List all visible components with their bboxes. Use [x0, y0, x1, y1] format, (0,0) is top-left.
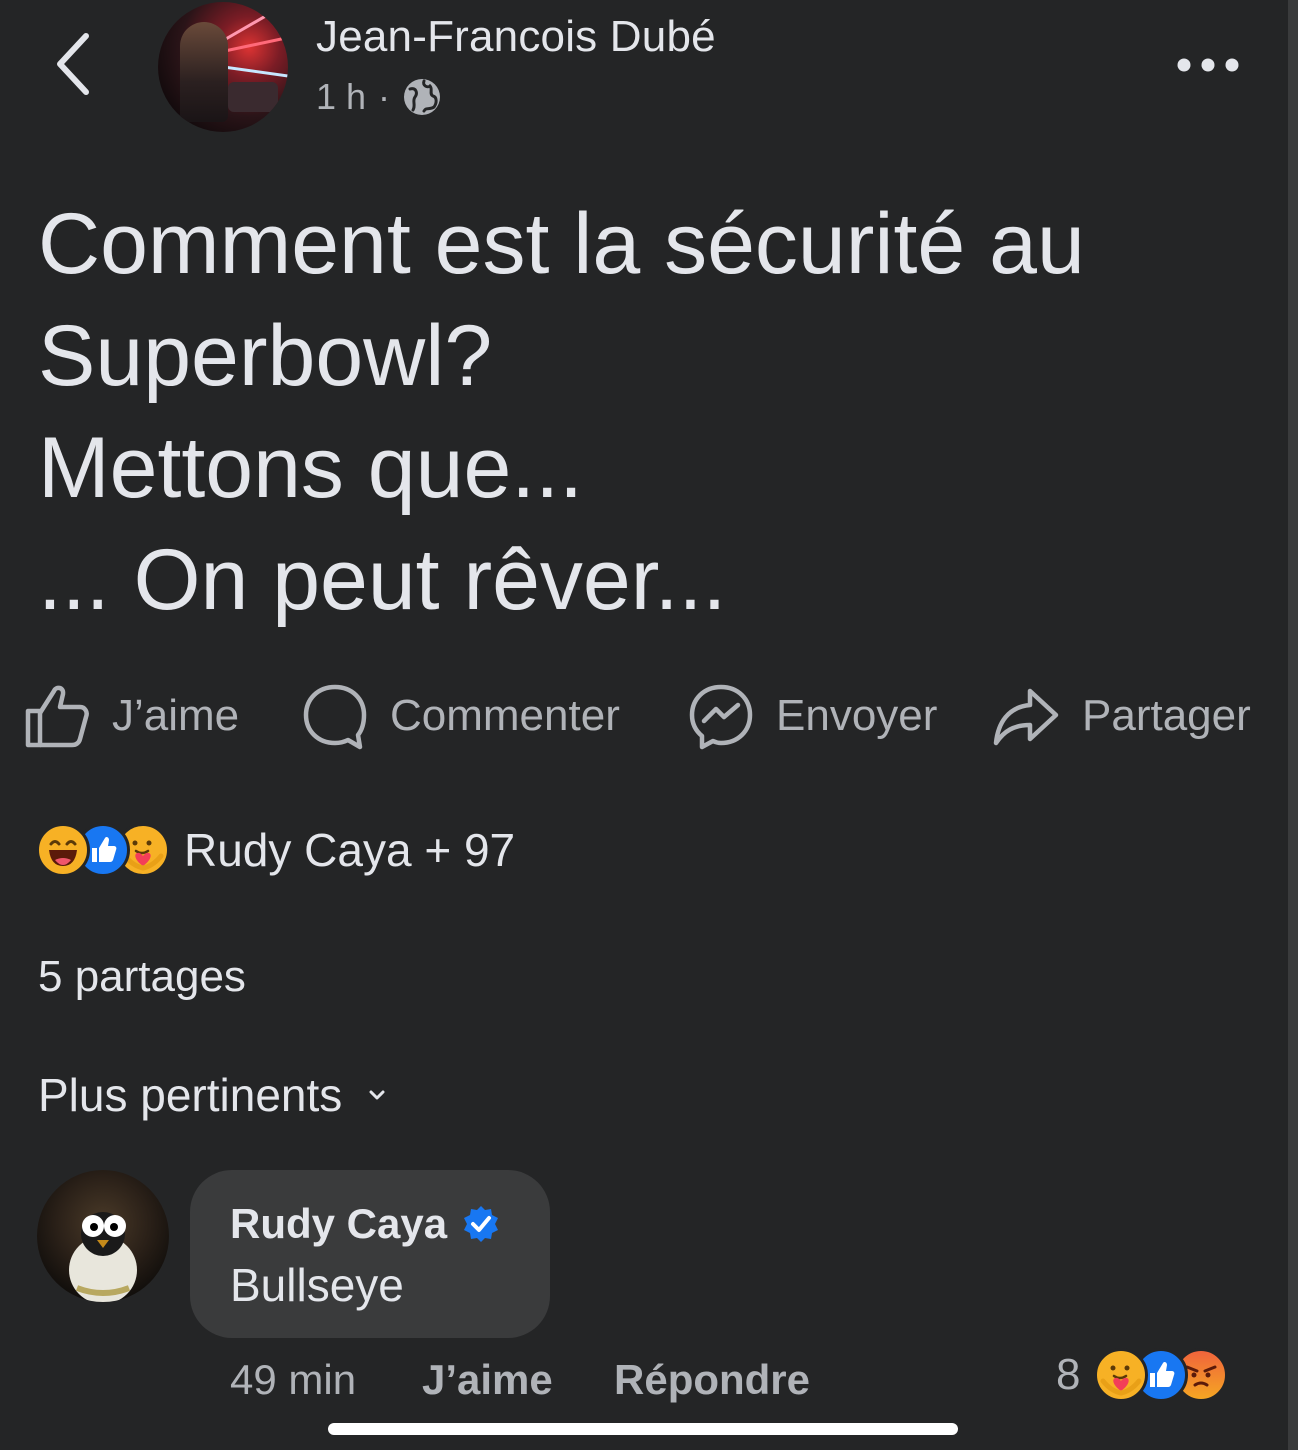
home-indicator[interactable] [328, 1423, 958, 1435]
comment-button[interactable]: Commenter [300, 676, 620, 756]
chevron-left-icon [57, 33, 89, 95]
more-options-button[interactable] [1172, 48, 1244, 82]
scroll-edge [1288, 0, 1298, 1450]
globe-icon [404, 79, 441, 115]
post-line: Comment est la sécurité au [38, 196, 1085, 292]
post-text: Comment est la sécurité au Superbowl? Me… [38, 188, 1238, 636]
comment-bubble [190, 1170, 550, 1338]
comment-bubble-icon [303, 684, 367, 750]
care-emoji-icon [1094, 1348, 1149, 1402]
comment-time: 49 min [230, 1356, 357, 1403]
comment-like-button[interactable]: J’aime [422, 1356, 553, 1404]
back-button[interactable] [50, 28, 100, 100]
post-meta: 1 h · [316, 76, 442, 118]
comment-reaction-count: 8 [1056, 1350, 1081, 1399]
post-time: 1 h [316, 76, 367, 117]
verified-badge-icon [464, 1206, 499, 1242]
post-page: Jean-Francois Dubé 1 h · Comment est la … [0, 0, 1288, 1450]
comment-text: Bullseye [230, 1259, 404, 1311]
meta-separator: · [378, 76, 391, 117]
laugh-emoji-icon [36, 823, 90, 877]
commenter-avatar[interactable] [37, 1170, 169, 1302]
comment-reply-button[interactable]: Répondre [614, 1356, 810, 1404]
reactions-count: Rudy Caya + 97 [184, 824, 516, 876]
comment-sort-dropdown[interactable]: Plus pertinents [38, 1068, 388, 1122]
share-button[interactable]: Partager [992, 676, 1251, 756]
commenter-name-text: Rudy Caya [230, 1200, 448, 1247]
post-line: Mettons que... [38, 420, 583, 516]
share-arrow-icon [993, 688, 1059, 746]
chevron-down-icon [369, 1090, 385, 1100]
like-button[interactable]: J’aime [22, 676, 239, 756]
author-name[interactable]: Jean-Francois Dubé [316, 12, 716, 62]
author-avatar[interactable] [158, 2, 288, 132]
comment-reactions[interactable]: 8 [1056, 1348, 1229, 1402]
send-label: Envoyer [776, 691, 938, 740]
commenter-name[interactable]: Rudy Caya [230, 1200, 501, 1248]
post-line: ... On peut rêver... [38, 532, 727, 628]
thumbs-up-icon [25, 685, 89, 748]
post-action-bar: J’aime Commenter Envoyer Partager [22, 676, 1272, 756]
comment-label: Commenter [390, 691, 620, 740]
post-line: Superbowl? [38, 308, 493, 404]
messenger-icon [689, 684, 753, 750]
send-button[interactable]: Envoyer [686, 676, 937, 756]
sort-label: Plus pertinents [38, 1069, 343, 1121]
reactions-summary[interactable]: Rudy Caya + 97 [36, 820, 515, 880]
share-label: Partager [1082, 691, 1251, 740]
more-dots-icon [1177, 58, 1239, 72]
shares-count[interactable]: 5 partages [38, 952, 246, 1002]
like-label: J’aime [112, 691, 240, 740]
